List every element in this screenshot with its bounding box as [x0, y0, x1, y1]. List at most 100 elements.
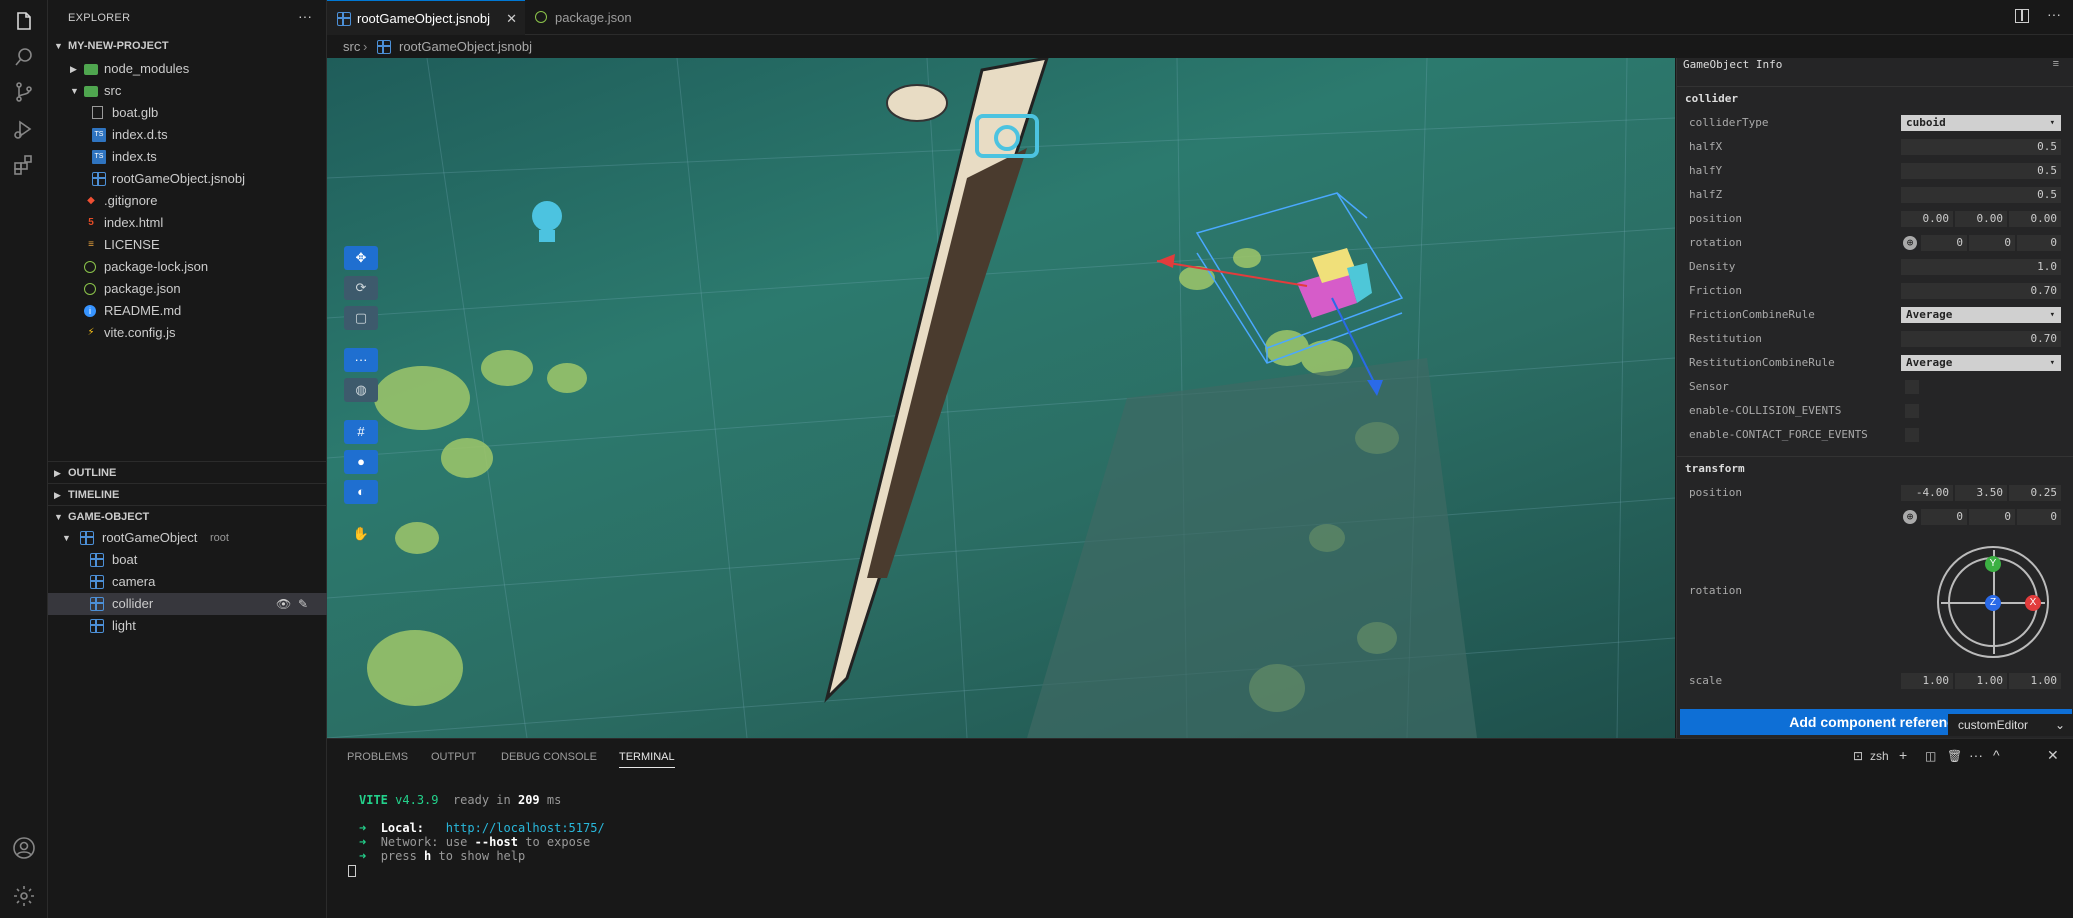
split-terminal-icon[interactable]: ◫ [1925, 749, 1936, 763]
go-child-camera[interactable]: camera [48, 571, 327, 593]
restitution-rule-select[interactable]: Average [1901, 355, 2061, 371]
position-x-input[interactable]: 0.00 [1901, 211, 1953, 227]
more-actions-icon[interactable]: ··· [298, 8, 312, 24]
tree-item-index-ts[interactable]: TS index.ts [48, 146, 327, 168]
halfx-input[interactable]: 0.5 [1901, 139, 2061, 155]
tree-item-package-json[interactable]: package.json [48, 278, 327, 300]
go-root-item[interactable]: ▼ rootGameObject root [48, 527, 327, 549]
position-y-input[interactable]: 3.50 [1955, 485, 2007, 501]
run-debug-icon[interactable] [12, 117, 36, 141]
scale-y-input[interactable]: 1.00 [1955, 673, 2007, 689]
split-editor-icon[interactable] [2015, 9, 2029, 23]
maximize-panel-icon[interactable]: ^ [1993, 747, 2000, 763]
world-space-button[interactable]: ◍ [344, 378, 378, 402]
breadcrumb-folder[interactable]: src [343, 36, 360, 58]
move-tool-button[interactable]: ✥ [344, 246, 378, 270]
rotation-x-input[interactable]: 0 [1921, 235, 1967, 251]
settings-gear-icon[interactable] [12, 884, 36, 908]
gizmo-y-axis[interactable]: Y [1985, 556, 2001, 572]
shading-toggle-button[interactable]: ◐ [344, 480, 378, 504]
tree-item-readme[interactable]: i README.md [48, 300, 327, 322]
contact-events-checkbox[interactable] [1905, 428, 1919, 442]
tree-item-gitignore[interactable]: ◆ .gitignore [48, 190, 327, 212]
transform-section-header[interactable]: transform [1677, 456, 2073, 480]
tree-item-package-lock[interactable]: package-lock.json [48, 256, 327, 278]
breadcrumb-file[interactable]: rootGameObject.jsnobj [399, 36, 532, 58]
visibility-eye-icon[interactable]: 👁 [276, 593, 291, 615]
tree-item-vite-config[interactable]: ⚡ vite.config.js [48, 322, 327, 344]
scale-z-input[interactable]: 1.00 [2009, 673, 2061, 689]
scene-viewport[interactable]: ✥ ⟳ ▢ ··· ◍ # ● ◐ ✋ [327, 58, 1675, 738]
position-y-input[interactable]: 0.00 [1955, 211, 2007, 227]
tree-item-boat-glb[interactable]: boat.glb [48, 102, 327, 124]
tab-problems[interactable]: PROBLEMS [347, 751, 408, 763]
trash-icon[interactable]: 🗑 [1947, 749, 1962, 763]
rotation-y-input[interactable]: 0 [1969, 235, 2015, 251]
tree-item-rootgameobject[interactable]: rootGameObject.jsnobj [48, 168, 327, 190]
collision-events-checkbox[interactable] [1905, 404, 1919, 418]
tab-package-json[interactable]: package.json [525, 0, 655, 35]
shell-name[interactable]: zsh [1870, 749, 1889, 763]
close-panel-icon[interactable]: ✕ [2047, 747, 2059, 764]
rotate-tool-button[interactable]: ⟳ [344, 276, 378, 300]
tab-output[interactable]: OUTPUT [431, 751, 476, 763]
more-actions-icon[interactable]: ··· [1969, 747, 1983, 763]
rotation-z-input[interactable]: 0 [2017, 509, 2061, 525]
source-control-icon[interactable] [12, 80, 36, 104]
tab-rootgameobject[interactable]: rootGameObject.jsnobj ✕ [327, 0, 525, 35]
outline-section-header[interactable]: ▶ OUTLINE [48, 461, 327, 483]
tree-item-src[interactable]: ▼ src [48, 80, 327, 102]
search-icon[interactable] [12, 45, 36, 69]
gizmo-z-axis[interactable]: Z [1985, 595, 2001, 611]
gizmo-x-axis[interactable]: X [2025, 595, 2041, 611]
rotation-gizmo-icon[interactable]: ⊕ [1903, 236, 1917, 250]
position-z-input[interactable]: 0.00 [2009, 211, 2061, 227]
tree-item-node-modules[interactable]: ▶ node_modules [48, 58, 327, 80]
tree-item-index-html[interactable]: 5 index.html [48, 212, 327, 234]
panel-menu-icon[interactable]: ≡ [2053, 58, 2059, 70]
restitution-input[interactable]: 0.70 [1901, 331, 2061, 347]
collider-type-select[interactable]: cuboid [1901, 115, 2061, 131]
extensions-icon[interactable] [12, 153, 36, 177]
scale-tool-button[interactable]: ▢ [344, 306, 378, 330]
timeline-section-header[interactable]: ▶ TIMELINE [48, 483, 327, 505]
tab-terminal[interactable]: TERMINAL [619, 751, 675, 768]
rotation-x-input[interactable]: 0 [1921, 509, 1967, 525]
tree-item-license[interactable]: ≡ LICENSE [48, 234, 327, 256]
position-z-input[interactable]: 0.25 [2009, 485, 2061, 501]
go-child-collider[interactable]: collider 👁 ✎ [48, 593, 327, 615]
collider-section-header[interactable]: collider [1677, 86, 2073, 110]
new-terminal-icon[interactable]: + [1899, 747, 1907, 763]
halfz-input[interactable]: 0.5 [1901, 187, 2061, 203]
density-input[interactable]: 1.0 [1901, 259, 2061, 275]
rotation-gizmo-icon[interactable]: ⊕ [1903, 510, 1917, 524]
friction-rule-select[interactable]: Average [1901, 307, 2061, 323]
position-x-input[interactable]: -4.00 [1901, 485, 1953, 501]
terminal-cursor[interactable] [348, 865, 356, 877]
light-toggle-button[interactable]: ● [344, 450, 378, 474]
rotation-y-input[interactable]: 0 [1969, 509, 2015, 525]
more-tools-button[interactable]: ··· [344, 348, 378, 372]
sensor-checkbox[interactable] [1905, 380, 1919, 394]
explorer-icon[interactable] [12, 10, 36, 34]
tab-debug-console[interactable]: DEBUG CONSOLE [501, 751, 597, 763]
account-icon[interactable] [12, 836, 36, 860]
local-url-link[interactable]: http://localhost:5175/ [446, 821, 605, 835]
more-actions-icon[interactable]: ··· [2047, 6, 2061, 22]
go-child-light[interactable]: light [48, 615, 327, 637]
gameobject-section-header[interactable]: ▼ GAME-OBJECT [48, 505, 327, 527]
tree-item-index-d-ts[interactable]: TS index.d.ts [48, 124, 327, 146]
project-section-header[interactable]: ▼ MY-NEW-PROJECT [48, 35, 327, 57]
close-icon[interactable]: ✕ [506, 1, 517, 36]
go-child-boat[interactable]: boat [48, 549, 327, 571]
friction-input[interactable]: 0.70 [1901, 283, 2061, 299]
rotation-gizmo[interactable]: Y Z X [1937, 546, 2049, 658]
scale-x-input[interactable]: 1.00 [1901, 673, 1953, 689]
halfy-input[interactable]: 0.5 [1901, 163, 2061, 179]
edit-pencil-icon[interactable]: ✎ [298, 593, 308, 615]
custom-editor-select[interactable]: customEditor ⌄ [1948, 714, 2073, 736]
help-text-end: to show help [438, 849, 526, 863]
pan-hand-button[interactable]: ✋ [344, 522, 378, 546]
rotation-z-input[interactable]: 0 [2017, 235, 2061, 251]
grid-toggle-button[interactable]: # [344, 420, 378, 444]
